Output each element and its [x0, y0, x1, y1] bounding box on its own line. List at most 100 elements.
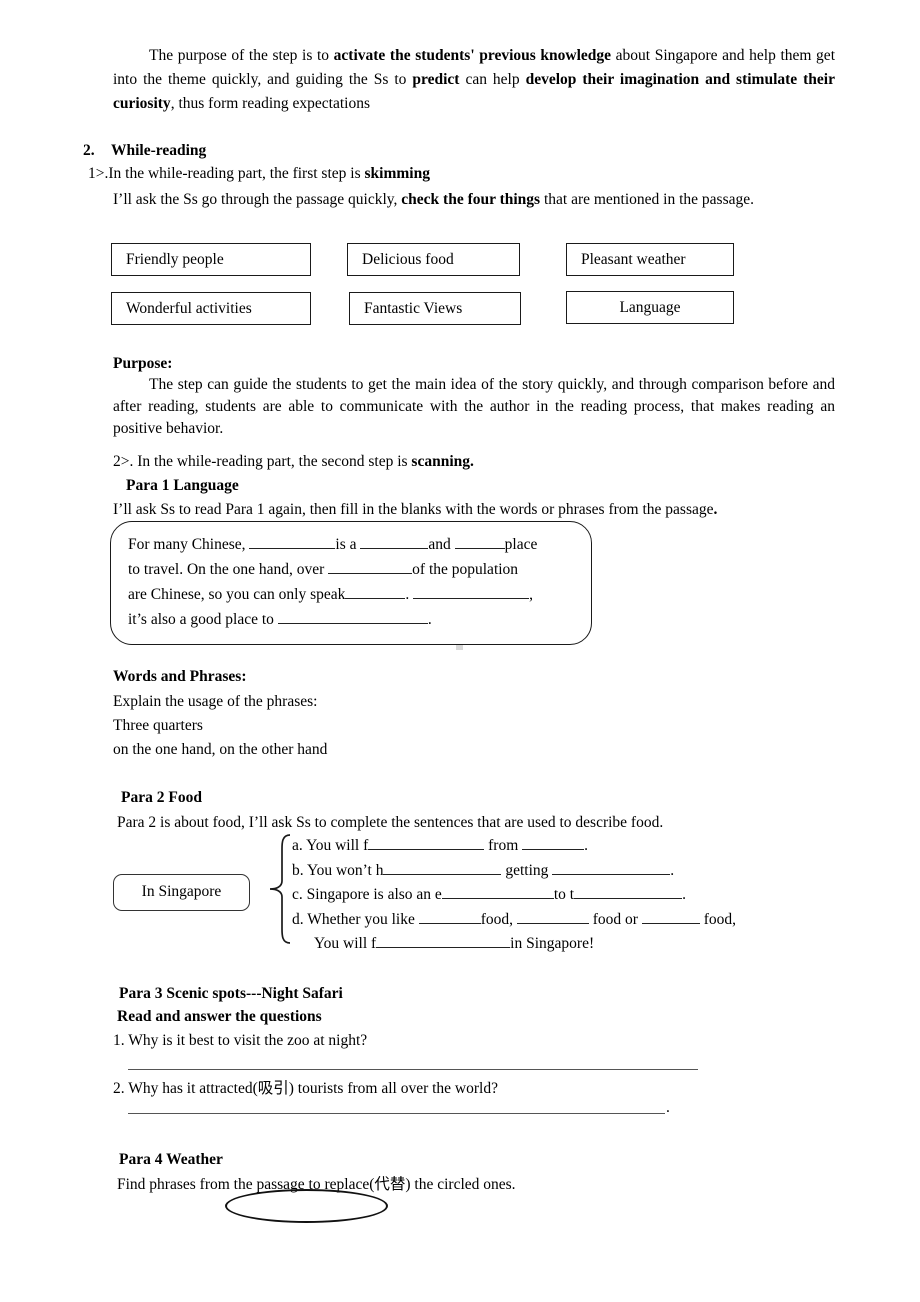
passage-line3-seg1: are Chinese, so you can only speak	[128, 586, 346, 603]
passage-line2-seg1: to travel. On the one hand, over	[128, 561, 325, 578]
blank-field[interactable]	[360, 548, 429, 549]
step1-bold-skimming: skimming	[364, 165, 430, 182]
item-seg-2: from	[488, 837, 519, 854]
passage-line-1: For many Chinese, is a and place	[128, 532, 574, 557]
intro-seg-4: , thus form reading expectations	[170, 95, 370, 112]
para1-intro-period: .	[713, 501, 718, 518]
item-seg-1: Singapore is also an e	[306, 886, 442, 903]
skim-box-pleasant-weather[interactable]: Pleasant weather	[566, 243, 734, 276]
blank-field[interactable]	[345, 598, 406, 599]
step1-body-bold: check the four things	[401, 191, 541, 208]
words-and-phrases-line-2: Three quarters	[113, 717, 203, 734]
passage-line1-seg1: For many Chinese,	[128, 536, 246, 553]
passage-line3-seg2: .	[405, 586, 410, 603]
para4-heading: Para 4 Weather	[119, 1151, 223, 1168]
step2-bold-scanning: scanning.	[411, 453, 474, 470]
section-heading-while-reading: 2. While-reading	[83, 139, 383, 163]
blank-field[interactable]	[249, 548, 336, 549]
skim-box-label: Fantastic Views	[364, 300, 463, 317]
para1-intro-text: I’ll ask Ss to read Para 1 again, then f…	[113, 501, 714, 518]
purpose-label: Purpose:	[113, 355, 173, 372]
list-item: d. Whether you like food, food or food,	[292, 908, 852, 933]
blank-field[interactable]	[522, 849, 585, 850]
skim-box-label: Pleasant weather	[581, 251, 686, 268]
words-and-phrases-heading: Words and Phrases:	[113, 668, 247, 685]
skim-box-label: Wonderful activities	[126, 300, 252, 317]
skim-box-delicious-food[interactable]: Delicious food	[347, 243, 520, 276]
answer-line-2-period: .	[666, 1099, 670, 1116]
item-seg-1: You will f	[306, 837, 369, 854]
passage-line1-seg2: is a	[335, 536, 357, 553]
blank-field[interactable]	[328, 573, 413, 574]
passage-line1-seg4: place	[504, 536, 538, 553]
blank-field[interactable]	[418, 922, 481, 924]
blank-field[interactable]	[383, 873, 502, 875]
section-title: While-reading	[111, 142, 207, 159]
item-seg-2: food,	[480, 910, 514, 928]
step1-body-seg-1: I’ll ask the Ss go through the passage q…	[113, 191, 402, 208]
words-and-phrases-line-3: on the one hand, on the other hand	[113, 741, 328, 758]
skim-box-fantastic-views[interactable]: Fantastic Views	[349, 292, 521, 325]
question-2: 2. Why has it attracted(吸引) tourists fro…	[113, 1080, 498, 1097]
intro-bold-1: activate the students' previous knowledg…	[333, 47, 612, 64]
blank-field[interactable]	[641, 922, 700, 924]
blank-field[interactable]	[413, 598, 530, 599]
item-seg-4: food,	[703, 910, 737, 928]
intro-paragraph: The purpose of the step is to activate t…	[113, 44, 835, 116]
passage-line4-seg2: .	[427, 611, 432, 628]
item-seg-1: You will f	[314, 935, 377, 952]
step1-heading-line: 1>.In the while-reading part, the first …	[88, 162, 788, 186]
list-item: a. You will f from .	[292, 834, 852, 859]
step1-body: I’ll ask the Ss go through the passage q…	[113, 186, 813, 213]
skim-box-label: Delicious food	[362, 251, 454, 268]
blank-field[interactable]	[552, 873, 671, 875]
item-seg-2: in Singapore!	[510, 935, 595, 952]
blank-field[interactable]	[574, 898, 683, 899]
circled-word-ellipse[interactable]	[225, 1189, 388, 1223]
passage-line4-seg1: it’s also a good place to	[128, 611, 274, 628]
item-marker: c.	[292, 886, 303, 903]
answer-line-2[interactable]	[128, 1113, 665, 1114]
item-seg-2: getting	[505, 861, 549, 879]
item-seg-1: Whether you like	[307, 910, 415, 928]
blank-field[interactable]	[277, 623, 428, 624]
skim-box-label: Friendly people	[126, 251, 224, 268]
words-and-phrases-line-1: Explain the usage of the phrases:	[113, 693, 318, 710]
answer-line-1[interactable]	[128, 1069, 698, 1070]
item-seg-2: to t	[553, 886, 575, 903]
item-seg-3: .	[584, 837, 589, 854]
in-singapore-box[interactable]: In Singapore	[113, 874, 250, 911]
step2-prefix: 2>. In the while-reading part, the secon…	[113, 453, 412, 470]
question-1: 1. Why is it best to visit the zoo at ni…	[113, 1032, 368, 1049]
para2-intro: Para 2 is about food, I’ll ask Ss to com…	[117, 814, 664, 831]
passage-line-3: are Chinese, so you can only speak. ,	[128, 582, 574, 607]
step1-body-seg-2: that are mentioned in the passage.	[540, 191, 754, 208]
intro-seg-1: The purpose of the step is to	[149, 47, 334, 64]
para1-intro: I’ll ask Ss to read Para 1 again, then f…	[113, 498, 833, 522]
skim-box-friendly-people[interactable]: Friendly people	[111, 243, 311, 276]
passage-line2-seg2: of the population	[412, 561, 519, 578]
in-singapore-label: In Singapore	[141, 883, 222, 900]
skim-box-language[interactable]: Language	[566, 291, 734, 324]
para3-heading: Para 3 Scenic spots---Night Safari	[119, 985, 343, 1002]
passage-fill-in-text: For many Chinese, is a and place to trav…	[128, 532, 574, 632]
curly-brace-icon	[269, 834, 291, 944]
list-item: b. You won’t h getting .	[292, 859, 852, 884]
list-item: c. Singapore is also an e to t.	[292, 883, 852, 908]
blank-field[interactable]	[368, 849, 485, 850]
item-seg-3: food or	[592, 910, 638, 928]
blank-field[interactable]	[376, 947, 511, 948]
section-number: 2.	[83, 142, 95, 159]
purpose-body: The step can guide the students to get t…	[113, 376, 835, 437]
skim-box-wonderful-activities[interactable]: Wonderful activities	[111, 292, 311, 325]
blank-field[interactable]	[441, 898, 554, 899]
step2-heading-line: 2>. In the while-reading part, the secon…	[113, 450, 813, 474]
blank-field[interactable]	[454, 548, 505, 549]
item-seg-1: You won’t h	[306, 861, 384, 879]
intro-seg-3: can help	[459, 71, 526, 88]
intro-bold-2: predict	[412, 71, 460, 88]
skim-box-label: Language	[619, 299, 681, 316]
blank-field[interactable]	[516, 922, 589, 924]
passage-line1-seg3: and	[428, 536, 451, 553]
passage-line-2: to travel. On the one hand, over of the …	[128, 557, 574, 582]
